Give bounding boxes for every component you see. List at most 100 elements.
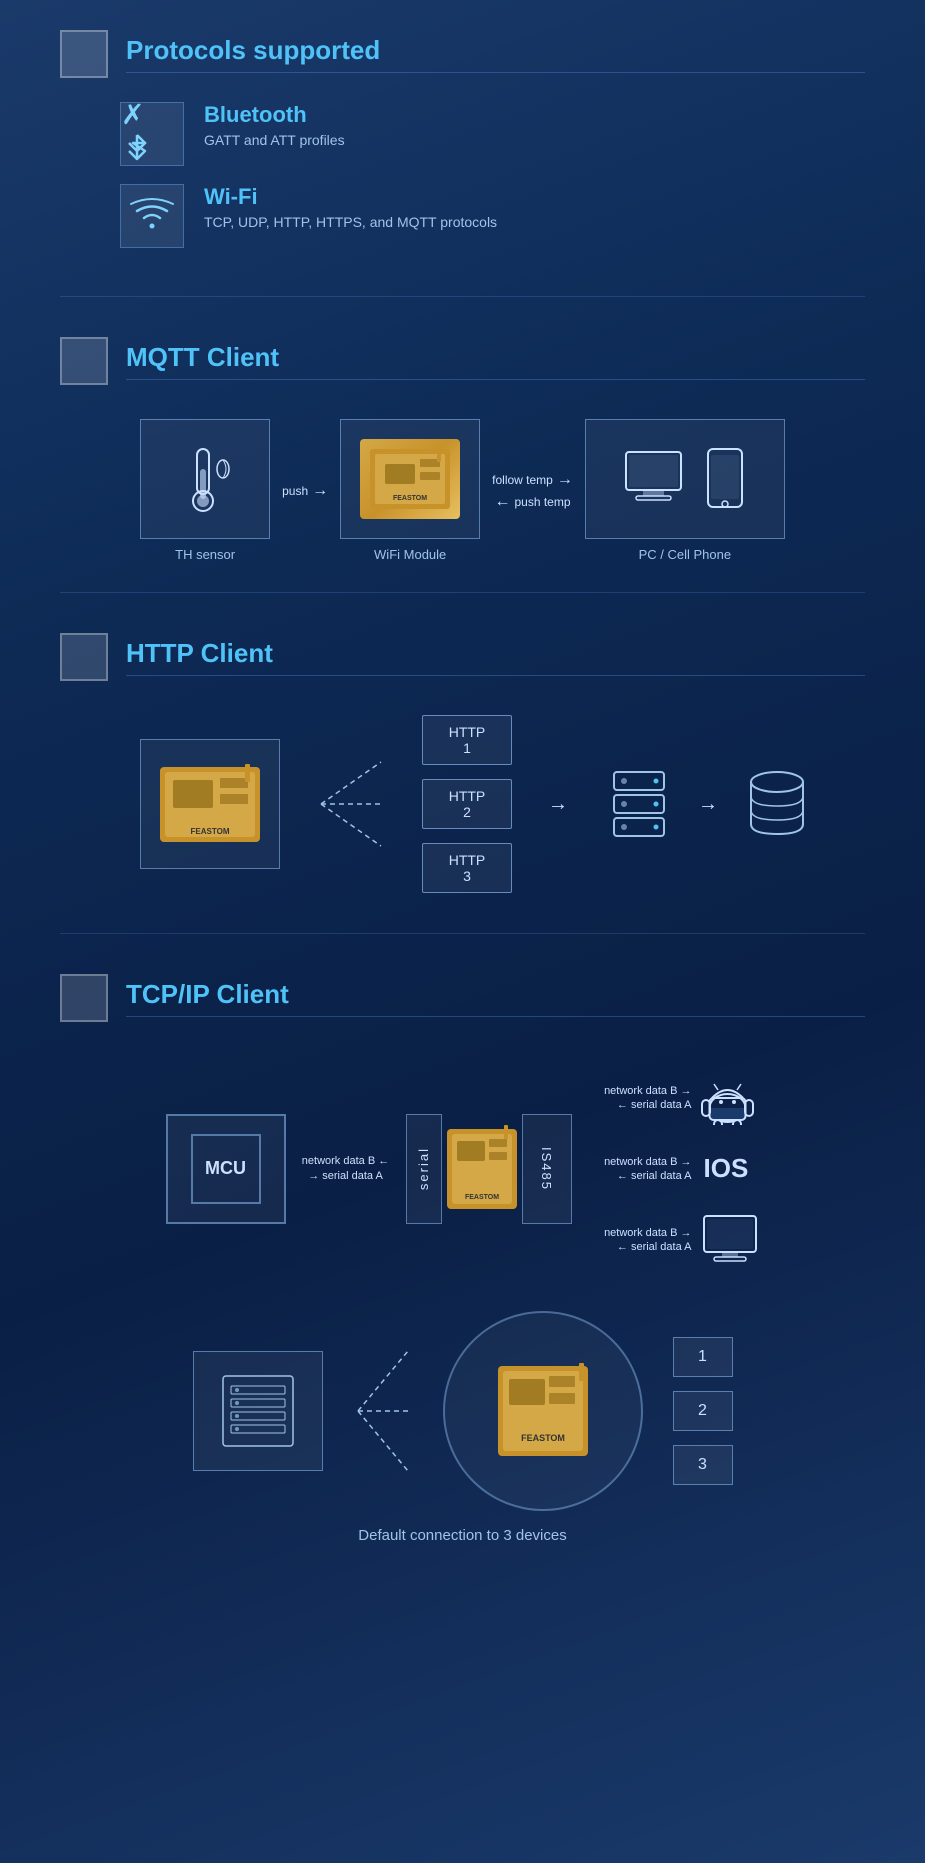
ios-label: IOS <box>704 1153 749 1184</box>
sensor-box <box>140 419 270 539</box>
http-icon-box <box>60 633 108 681</box>
pc-conn-row: network data B → ← serial data A <box>572 1198 760 1281</box>
tcpip-main-diagram: MCU network data B ← → serial data A ser… <box>60 1046 865 1291</box>
mqtt-icon-box <box>60 337 108 385</box>
divider-3 <box>60 933 865 934</box>
protocols-header: Protocols supported <box>60 30 865 78</box>
push-temp-label: ← push temp <box>494 493 570 511</box>
default-connection-section: FEASTOM 1 2 3 Default connection to 3 de… <box>60 1291 865 1554</box>
tcpip-header: TCP/IP Client <box>60 974 865 1022</box>
pc-arrows-labels: network data B → ← serial data A <box>572 1227 692 1253</box>
dc-device-3: 3 <box>673 1445 733 1485</box>
android-icon <box>700 1070 755 1125</box>
http-diagram: FEASTOM HTTP 1 HTTP 2 HTTP 3 → <box>60 705 865 903</box>
is485-box: IS485 <box>522 1114 572 1224</box>
wifi-item: Wi-Fi TCP, UDP, HTTP, HTTPS, and MQTT pr… <box>120 184 865 248</box>
ios-conn-row: network data B → ← serial data A IOS <box>572 1139 760 1198</box>
android-arrows-labels: network data B → ← serial data A <box>572 1085 692 1111</box>
mqtt-push-arrow: push → <box>282 482 328 500</box>
bluetooth-item: ✗ Bluetooth GATT and ATT profiles <box>120 102 865 166</box>
serial-box: serial <box>406 1114 442 1224</box>
protocols-icon-box <box>60 30 108 78</box>
dc-server-icon <box>213 1366 303 1456</box>
dc-server-box <box>193 1351 323 1471</box>
wifi-module-img: FEASTOM <box>360 439 460 519</box>
ios-arrows-labels: network data B → ← serial data A <box>572 1156 692 1182</box>
dc-circle-module: FEASTOM <box>443 1311 643 1511</box>
svg-text:FEASTOM: FEASTOM <box>521 1433 565 1443</box>
bluetooth-icon: ✗ <box>121 98 183 170</box>
serial-label: serial <box>416 1147 431 1190</box>
http-title: HTTP Client <box>126 638 865 676</box>
svg-text:FEASTOM: FEASTOM <box>393 495 427 502</box>
tcpip-pc-icon <box>700 1212 760 1267</box>
server-to-db-arrow: → <box>698 793 718 816</box>
server-icon <box>604 764 674 844</box>
mqtt-module-col: FEASTOM WiFi Module <box>340 419 480 562</box>
wifi-icon <box>130 196 174 237</box>
dc-row: FEASTOM 1 2 3 <box>193 1311 733 1511</box>
mqtt-temp-arrows: follow temp → ← push temp <box>492 471 573 511</box>
phone-icon <box>703 445 748 513</box>
net-data-b-label-1: network data B ← <box>302 1155 389 1167</box>
dc-caption: Default connection to 3 devices <box>358 1527 566 1544</box>
bluetooth-icon-box: ✗ <box>120 102 184 166</box>
tcpip-icon-box <box>60 974 108 1022</box>
mqtt-title: MQTT Client <box>126 342 865 380</box>
dc-device-nums: 1 2 3 <box>673 1337 733 1485</box>
dc-module-img: FEASTOM <box>473 1351 613 1471</box>
dc-device-1: 1 <box>673 1337 733 1377</box>
mqtt-sensor-col: TH sensor <box>140 419 270 562</box>
database-icon <box>742 764 812 844</box>
tcpip-title: TCP/IP Client <box>126 979 865 1017</box>
mqtt-header: MQTT Client <box>60 337 865 385</box>
svg-text:FEASTOM: FEASTOM <box>464 1194 498 1201</box>
http-section: HTTP Client FEASTOM <box>0 603 925 923</box>
android-conn-row: network data B → ← serial data A <box>572 1056 760 1139</box>
protocols-section: Protocols supported ✗ Bluetooth GATT and… <box>0 0 925 286</box>
mqtt-module-box: FEASTOM <box>340 419 480 539</box>
divider-2 <box>60 592 865 593</box>
http-methods: HTTP 1 HTTP 2 HTTP 3 <box>422 715 512 893</box>
mqtt-section: MQTT Client TH sensor <box>0 307 925 582</box>
pc-cell-box <box>585 419 785 539</box>
dc-server-col <box>193 1351 323 1471</box>
http1-btn: HTTP 1 <box>422 715 512 765</box>
http-dashed-arrows <box>316 744 386 864</box>
bluetooth-desc: GATT and ATT profiles <box>204 132 345 148</box>
mcu-box: MCU <box>166 1114 286 1224</box>
mcu-inner: MCU <box>191 1134 261 1204</box>
http-to-server-arrow: → <box>548 793 568 816</box>
mcu-col: MCU <box>166 1114 286 1224</box>
mqtt-pc-col: PC / Cell Phone <box>585 419 785 562</box>
tcpip-module-img: FEASTOM <box>442 1119 522 1219</box>
serial-data-a-label-1: → serial data A <box>308 1170 383 1182</box>
tcpip-module-col: FEASTOM <box>442 1119 522 1219</box>
svg-text:FEASTOM: FEASTOM <box>191 827 230 836</box>
is485-label: IS485 <box>539 1147 554 1191</box>
pc-label: PC / Cell Phone <box>639 547 732 562</box>
divider-1 <box>60 296 865 297</box>
wifi-text: Wi-Fi TCP, UDP, HTTP, HTTPS, and MQTT pr… <box>204 184 497 230</box>
mcu-serial-arrows: network data B ← → serial data A <box>296 1155 396 1182</box>
pc-monitor-icon <box>621 444 691 514</box>
http2-btn: HTTP 2 <box>422 779 512 829</box>
push-label: push → <box>282 482 328 500</box>
bluetooth-text: Bluetooth GATT and ATT profiles <box>204 102 345 148</box>
dc-device-2: 2 <box>673 1391 733 1431</box>
protocols-title: Protocols supported <box>126 35 865 73</box>
follow-temp-label: follow temp → <box>492 471 573 489</box>
http-module-box: FEASTOM <box>140 739 280 869</box>
http3-btn: HTTP 3 <box>422 843 512 893</box>
dc-dashed-arrows <box>353 1311 413 1511</box>
pc-phone-group <box>621 444 748 514</box>
wifi-icon-box <box>120 184 184 248</box>
http-header: HTTP Client <box>60 633 865 681</box>
wifi-desc: TCP, UDP, HTTP, HTTPS, and MQTT protocol… <box>204 214 497 230</box>
wifi-name: Wi-Fi <box>204 184 497 210</box>
tcpip-section: TCP/IP Client MCU network data B ← → ser… <box>0 944 925 1574</box>
mqtt-diagram: TH sensor push → FEAS <box>60 409 865 562</box>
tcpip-right-connections: network data B → ← serial data A <box>572 1056 760 1281</box>
module-label: WiFi Module <box>374 547 446 562</box>
sensor-label: TH sensor <box>175 547 235 562</box>
